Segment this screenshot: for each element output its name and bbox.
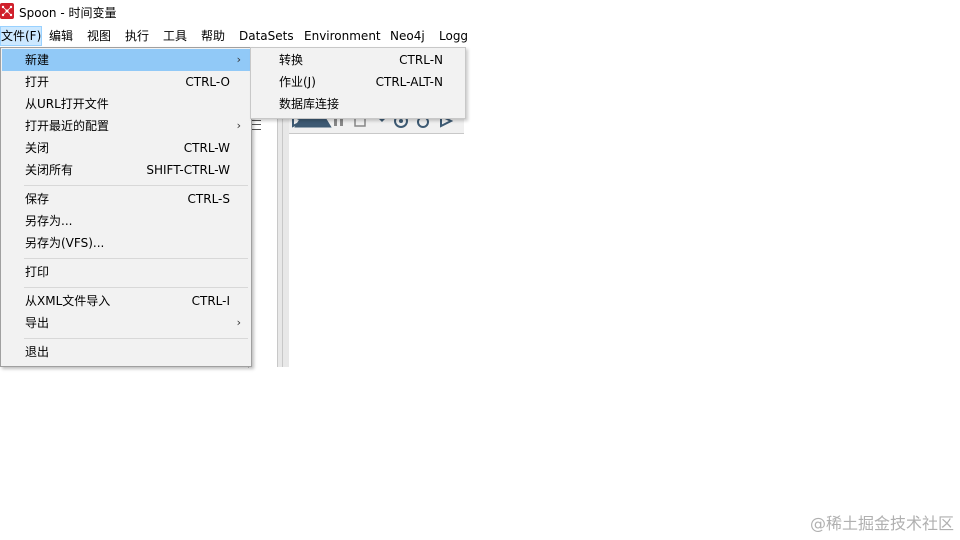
menu-item-label: 退出	[25, 345, 50, 359]
menu-item-shortcut: CTRL-W	[183, 141, 230, 155]
menu-item-close[interactable]: 关闭 CTRL-W	[2, 137, 250, 159]
menu-item-label: 保存	[25, 192, 50, 206]
menu-item-label: 打开	[25, 75, 50, 89]
menu-item-new[interactable]: 新建 ›	[2, 49, 250, 71]
menu-tools[interactable]: 工具	[162, 27, 188, 45]
menu-item-shortcut: CTRL-S	[187, 192, 230, 206]
menu-datasets[interactable]: DataSets	[238, 27, 295, 45]
menu-separator	[24, 338, 248, 339]
menu-item-exit[interactable]: 退出	[2, 341, 250, 363]
menu-item-label: 关闭	[25, 141, 50, 155]
chevron-right-icon: ›	[236, 119, 241, 132]
transformation-canvas[interactable]	[289, 133, 464, 368]
watermark: @稀土掘金技术社区	[809, 514, 954, 533]
menu-item-label: 另存为(VFS)...	[25, 236, 105, 250]
menu-logging[interactable]: Logg	[438, 27, 469, 45]
menu-item-open-recent[interactable]: 打开最近的配置 ›	[2, 115, 250, 137]
menu-help[interactable]: 帮助	[200, 27, 226, 45]
menu-item-label: 从URL打开文件	[25, 97, 109, 111]
submenu-item-label: 转换	[279, 53, 304, 67]
chevron-right-icon: ›	[236, 53, 241, 66]
title-bar: Spoon - 时间变量	[0, 0, 464, 24]
menu-item-import-xml[interactable]: 从XML文件导入 CTRL-I	[2, 290, 250, 312]
menu-separator	[24, 185, 248, 186]
menu-run[interactable]: 执行	[124, 27, 150, 45]
menu-item-export[interactable]: 导出 ›	[2, 312, 250, 334]
menu-item-open[interactable]: 打开 CTRL-O	[2, 71, 250, 93]
menu-edit[interactable]: 编辑	[48, 27, 74, 45]
menu-item-shortcut: CTRL-I	[191, 294, 230, 308]
menu-bar: 文件(F) 编辑 视图 执行 工具 帮助 DataSets Environmen…	[0, 25, 468, 47]
menu-separator	[24, 258, 248, 259]
submenu-item-db-connection[interactable]: 数据库连接	[251, 93, 463, 115]
menu-lines-icon[interactable]	[251, 120, 261, 130]
window-title: Spoon - 时间变量	[19, 6, 117, 20]
chevron-right-icon: ›	[236, 316, 241, 329]
menu-item-save-as[interactable]: 另存为...	[2, 210, 250, 232]
menu-view[interactable]: 视图	[86, 27, 112, 45]
menu-item-label: 从XML文件导入	[25, 294, 111, 308]
menu-item-label: 导出	[25, 316, 50, 330]
menu-environment[interactable]: Environment	[303, 27, 382, 45]
menu-item-save[interactable]: 保存 CTRL-S	[2, 188, 250, 210]
menu-item-shortcut: CTRL-O	[185, 75, 230, 89]
submenu-item-shortcut: CTRL-ALT-N	[375, 75, 443, 89]
spoon-logo-icon	[0, 3, 14, 19]
menu-item-print[interactable]: 打印	[2, 261, 250, 283]
submenu-item-label: 数据库连接	[279, 97, 340, 111]
menu-item-shortcut: SHIFT-CTRL-W	[146, 163, 230, 177]
design-tree-panel[interactable]	[248, 117, 277, 368]
menu-item-label: 另存为...	[25, 214, 73, 228]
menu-item-open-url[interactable]: 从URL打开文件	[2, 93, 250, 115]
menu-item-label: 打印	[25, 265, 50, 279]
menu-item-label: 打开最近的配置	[25, 119, 110, 133]
submenu-item-transformation[interactable]: 转换 CTRL-N	[251, 49, 463, 71]
menu-neo4j[interactable]: Neo4j	[389, 27, 426, 45]
menu-file[interactable]: 文件(F)	[0, 26, 43, 46]
menu-item-label: 关闭所有	[25, 163, 74, 177]
file-menu-dropdown: 新建 › 打开 CTRL-O 从URL打开文件 打开最近的配置 › 关闭 CTR…	[0, 47, 252, 367]
menu-separator	[24, 287, 248, 288]
new-submenu: 转换 CTRL-N 作业(J) CTRL-ALT-N 数据库连接	[250, 47, 466, 119]
menu-item-close-all[interactable]: 关闭所有 SHIFT-CTRL-W	[2, 159, 250, 181]
submenu-item-label: 作业(J)	[279, 75, 316, 89]
submenu-item-shortcut: CTRL-N	[399, 53, 443, 67]
menu-item-label: 新建	[25, 53, 50, 67]
submenu-item-job[interactable]: 作业(J) CTRL-ALT-N	[251, 71, 463, 93]
menu-item-save-as-vfs[interactable]: 另存为(VFS)...	[2, 232, 250, 254]
